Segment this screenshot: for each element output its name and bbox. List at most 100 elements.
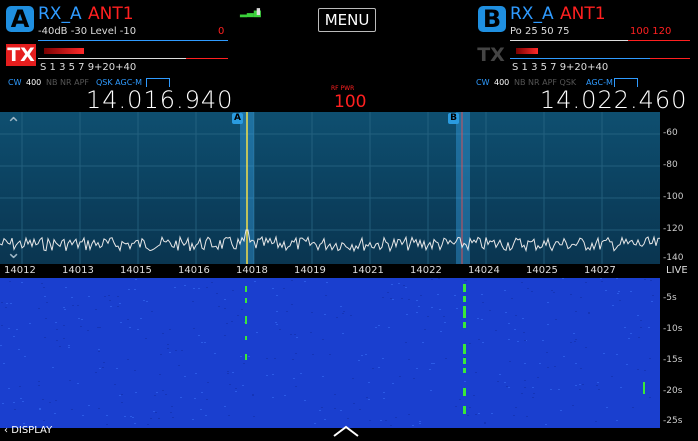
waterfall-noise-dot xyxy=(628,338,630,339)
waterfall-noise-dot xyxy=(499,374,501,375)
waterfall-noise-dot xyxy=(467,415,469,416)
waterfall-noise-dot xyxy=(455,406,457,407)
waterfall-noise-dot xyxy=(169,329,171,330)
waterfall-noise-dot xyxy=(391,284,393,285)
waterfall-noise-dot xyxy=(419,423,421,424)
waterfall-noise-dot xyxy=(77,305,79,306)
waterfall-noise-dot xyxy=(237,315,239,316)
waterfall-noise-dot xyxy=(399,376,401,377)
waterfall-noise-dot xyxy=(22,401,24,402)
waterfall-noise-dot xyxy=(433,363,435,364)
vfo-a-flags-dim: NB NR APF xyxy=(46,78,89,87)
vfo-b-mode[interactable]: CW xyxy=(476,78,490,87)
vfo-a-tx-badge[interactable]: TX xyxy=(6,44,36,66)
waterfall-noise-dot xyxy=(595,421,597,422)
waterfall-noise-dot xyxy=(456,308,458,309)
vfo-a-mode[interactable]: CW xyxy=(8,78,22,87)
vfo-b-badge[interactable]: B xyxy=(478,6,506,32)
waterfall-noise-dot xyxy=(106,415,108,416)
scroll-down-icon[interactable]: ⌃ xyxy=(6,240,21,261)
waterfall-noise-dot xyxy=(214,353,216,354)
waterfall-noise-dot xyxy=(159,374,161,375)
waterfall-noise-dot xyxy=(300,373,302,374)
waterfall-noise-dot xyxy=(201,342,203,343)
waterfall-noise-dot xyxy=(162,333,164,334)
waterfall-noise-dot xyxy=(170,412,172,413)
waterfall-noise-dot xyxy=(537,377,539,378)
waterfall-noise-dot xyxy=(49,402,51,403)
marker-b-icon[interactable]: B xyxy=(448,113,459,124)
waterfall-noise-dot xyxy=(45,318,47,319)
vfo-b-bandwidth[interactable]: 400 xyxy=(494,78,509,87)
waterfall-noise-dot xyxy=(242,385,244,386)
live-label[interactable]: LIVE xyxy=(666,265,688,276)
waterfall-noise-dot xyxy=(392,383,394,384)
waterfall-noise-dot xyxy=(231,321,233,322)
vfo-a-antenna-label[interactable]: ANT1 xyxy=(88,4,134,24)
vfo-b-frequency[interactable]: 14.022.460 xyxy=(540,86,687,114)
spectrum-db-scale: -60 -80 -100 -120 -140 xyxy=(660,112,698,264)
waterfall-noise-dot xyxy=(555,319,557,320)
vfo-a-badge[interactable]: A xyxy=(6,6,34,32)
waterfall-noise-dot xyxy=(56,329,58,330)
waterfall-noise-dot xyxy=(276,324,278,325)
waterfall-noise-dot xyxy=(508,339,510,340)
waterfall-noise-dot xyxy=(582,384,584,385)
vfo-a-frequency[interactable]: 14.016.940 xyxy=(86,86,233,114)
waterfall-noise-dot xyxy=(524,363,526,364)
waterfall-noise-dot xyxy=(505,312,507,313)
waterfall-noise-dot xyxy=(405,342,407,343)
waterfall-noise-dot xyxy=(232,372,234,373)
display-button[interactable]: ‹ DISPLAY xyxy=(4,425,52,436)
vfo-b-meter-line xyxy=(510,40,628,41)
waterfall-noise-dot xyxy=(412,425,414,426)
waterfall-noise-dot xyxy=(517,341,519,342)
waterfall-noise-dot xyxy=(637,369,639,370)
waterfall-noise-dot xyxy=(120,322,122,323)
vfo-b-passband xyxy=(456,112,470,264)
vfo-b-signal-bar xyxy=(516,48,538,54)
waterfall-noise-dot xyxy=(274,358,276,359)
waterfall-noise-dot xyxy=(184,376,186,377)
waterfall-noise-dot xyxy=(575,385,577,386)
waterfall-noise-dot xyxy=(324,314,326,315)
waterfall-noise-dot xyxy=(570,294,572,295)
waterfall-noise-dot xyxy=(172,417,174,418)
waterfall-noise-dot xyxy=(88,296,90,297)
waterfall-noise-dot xyxy=(497,381,499,382)
vfo-b-tx-badge[interactable]: TX xyxy=(476,44,506,66)
waterfall-noise-dot xyxy=(127,319,129,320)
waterfall-noise-dot xyxy=(369,420,371,421)
vfo-a-bandwidth[interactable]: 400 xyxy=(26,78,41,87)
waterfall-noise-dot xyxy=(310,332,312,333)
vfo-b-antenna-label[interactable]: ANT1 xyxy=(560,4,606,24)
waterfall-noise-dot xyxy=(228,415,230,416)
waterfall-noise-dot xyxy=(206,399,208,400)
vfo-b-rx-label[interactable]: RX_A xyxy=(510,4,554,24)
vfo-b-s-scale: S 1 3 5 7 9+20+40 xyxy=(512,62,609,73)
waterfall-noise-dot xyxy=(23,423,25,424)
waterfall-noise-dot xyxy=(248,356,250,357)
waterfall-display[interactable] xyxy=(0,278,660,428)
waterfall-noise-dot xyxy=(88,405,90,406)
waterfall-noise-dot xyxy=(514,329,516,330)
waterfall-noise-dot xyxy=(508,323,510,324)
waterfall-noise-dot xyxy=(620,387,622,388)
waterfall-noise-dot xyxy=(293,378,295,379)
spectrum-display[interactable]: ⌃ ⌃ A B xyxy=(0,112,660,264)
waterfall-noise-dot xyxy=(524,380,526,381)
waterfall-noise-dot xyxy=(579,389,581,390)
marker-a-icon[interactable]: A xyxy=(232,113,243,124)
waterfall-noise-dot xyxy=(279,329,281,330)
waterfall-noise-dot xyxy=(106,424,108,425)
waterfall-noise-dot xyxy=(532,397,534,398)
scroll-up-icon[interactable]: ⌃ xyxy=(6,114,21,135)
vfo-a-rx-label[interactable]: RX_A xyxy=(38,4,82,24)
waterfall-noise-dot xyxy=(130,416,132,417)
waterfall-noise-dot xyxy=(240,356,242,357)
expand-up-icon[interactable] xyxy=(332,422,360,437)
menu-button[interactable]: MENU xyxy=(318,8,376,32)
spectrum-trace xyxy=(0,229,660,253)
waterfall-noise-dot xyxy=(606,407,608,408)
rf-power-value[interactable]: 100 xyxy=(334,92,366,112)
